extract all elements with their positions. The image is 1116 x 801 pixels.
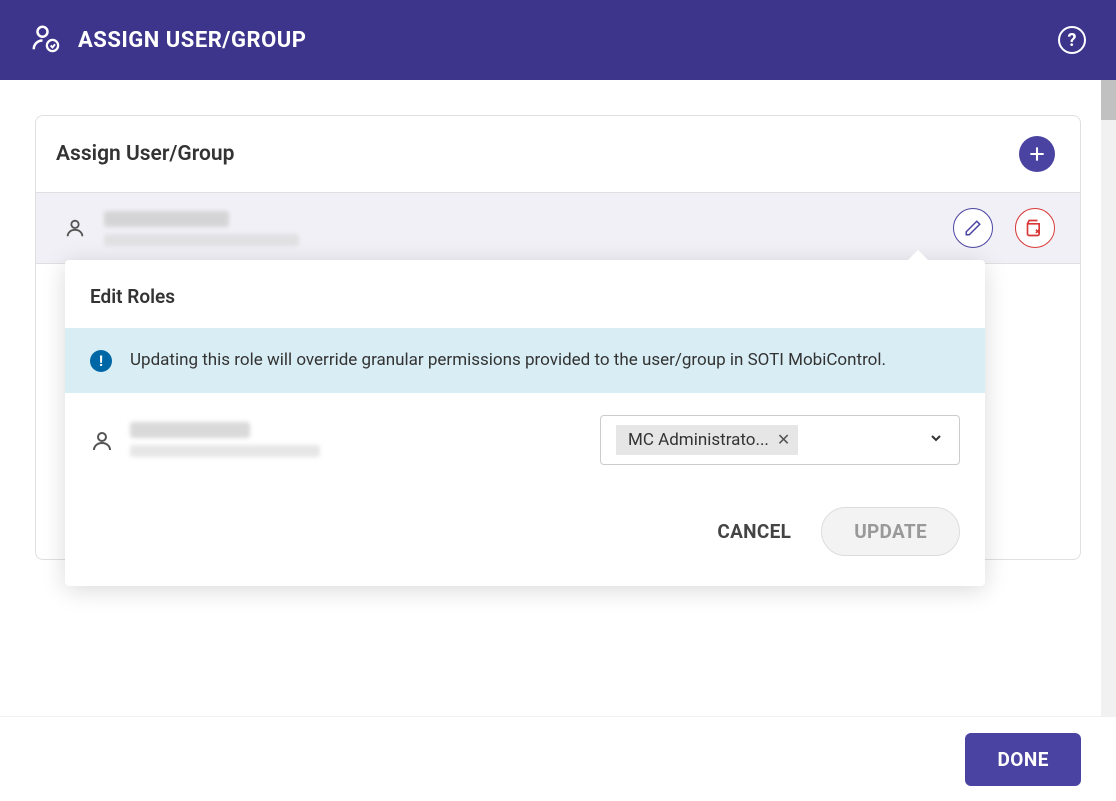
dialog-header: ASSIGN USER/GROUP ? — [0, 0, 1116, 80]
header-left: ASSIGN USER/GROUP — [30, 23, 306, 57]
role-assignment-row: MC Administrato... ✕ — [65, 393, 985, 487]
row-actions — [953, 208, 1055, 248]
card-header: Assign User/Group — [36, 116, 1080, 193]
chevron-down-icon — [928, 430, 944, 450]
role-select[interactable]: MC Administrato... ✕ — [600, 415, 960, 465]
cancel-button[interactable]: CANCEL — [717, 520, 791, 543]
scrollbar-thumb[interactable] — [1101, 80, 1116, 120]
info-text: Updating this role will override granula… — [130, 348, 886, 373]
user-info — [130, 422, 582, 457]
dialog-title: ASSIGN USER/GROUP — [78, 28, 306, 53]
info-icon: ! — [90, 350, 112, 372]
person-icon — [64, 217, 86, 239]
remove-user-button[interactable] — [1015, 208, 1055, 248]
edit-user-button[interactable] — [953, 208, 993, 248]
role-chip: MC Administrato... ✕ — [616, 425, 798, 455]
dialog-footer: DONE — [0, 716, 1116, 801]
done-button[interactable]: DONE — [965, 733, 1081, 786]
info-banner: ! Updating this role will override granu… — [65, 328, 985, 393]
user-info — [104, 211, 935, 246]
card-title: Assign User/Group — [56, 142, 234, 166]
popover-title: Edit Roles — [65, 260, 985, 328]
person-icon — [90, 429, 112, 451]
add-button[interactable] — [1019, 136, 1055, 172]
update-button[interactable]: UPDATE — [821, 507, 960, 556]
user-email-redacted — [130, 445, 320, 457]
remove-role-icon[interactable]: ✕ — [777, 430, 790, 449]
assign-user-icon — [30, 23, 60, 57]
user-name-redacted — [130, 422, 250, 438]
help-icon[interactable]: ? — [1058, 26, 1086, 54]
edit-roles-popover: Edit Roles ! Updating this role will ove… — [65, 260, 985, 586]
user-name-redacted — [104, 211, 229, 227]
scrollbar-track[interactable] — [1101, 80, 1116, 716]
user-email-redacted — [104, 234, 299, 246]
role-chip-label: MC Administrato... — [628, 430, 769, 450]
popover-actions: CANCEL UPDATE — [65, 487, 985, 586]
